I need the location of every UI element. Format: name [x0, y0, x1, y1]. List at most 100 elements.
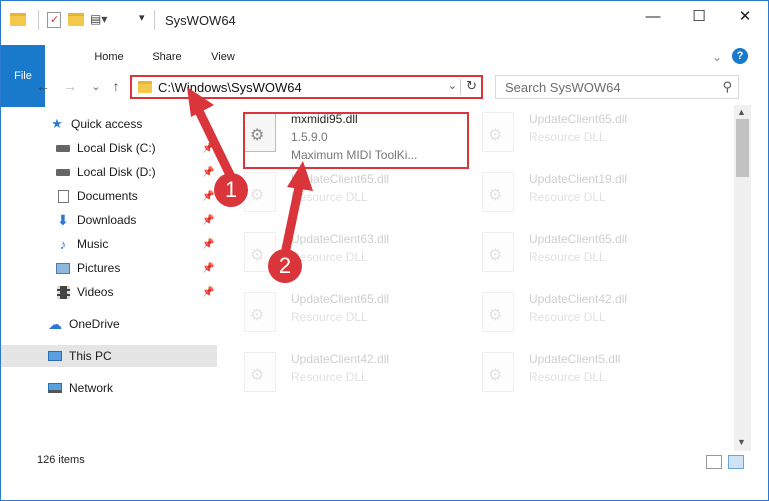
scroll-down-icon[interactable]: ▼: [737, 437, 746, 447]
gear-icon: ⚙: [488, 127, 503, 144]
title-divider: [38, 10, 39, 30]
gear-icon: ⚙: [250, 247, 265, 264]
star-icon: ★: [51, 116, 63, 131]
file-description: Resource DLL: [291, 250, 368, 264]
file-name: UpdateClient65.dll: [529, 232, 628, 246]
sidebar-item-local-disk-d[interactable]: Local Disk (D:) 📌: [1, 161, 217, 183]
sidebar-item-label: Downloads: [77, 213, 137, 227]
file-description: Resource DLL: [529, 190, 606, 204]
chevron-down-icon[interactable]: ⌄: [448, 79, 457, 92]
file-name: UpdateClient65.dll: [291, 292, 390, 306]
sidebar-item-documents[interactable]: Documents 📌: [1, 185, 217, 207]
help-icon[interactable]: ?: [732, 48, 748, 64]
ribbon-tabs: File Home Share View ⌄ ?: [1, 45, 768, 107]
cloud-icon: ☁: [48, 315, 62, 332]
file-item[interactable]: ⚙ UpdateClient42.dll Resource DLL: [231, 345, 441, 407]
search-box[interactable]: Search SysWOW64 ⚲: [495, 75, 739, 99]
file-name: UpdateClient42.dll: [291, 352, 390, 366]
view-options-icon[interactable]: ▤▾: [90, 12, 107, 26]
file-name: UpdateClient42.dll: [529, 292, 628, 306]
file-item[interactable]: ⚙ UpdateClient65.dll Resource DLL: [469, 225, 679, 287]
pin-icon[interactable]: 📌: [202, 143, 214, 154]
pin-icon[interactable]: 📌: [202, 287, 214, 298]
status-bar: 126 items: [1, 449, 768, 473]
close-button[interactable]: ✕: [722, 1, 768, 31]
sidebar-item-onedrive[interactable]: ☁ OneDrive: [1, 313, 217, 335]
file-item[interactable]: ⚙ UpdateClient63.dll Resource DLL: [231, 225, 441, 287]
file-description: Resource DLL: [291, 190, 368, 204]
dll-file-icon: ⚙: [482, 292, 514, 332]
videos-icon: [55, 285, 71, 299]
sidebar-item-local-disk-c[interactable]: Local Disk (C:) 📌: [1, 137, 217, 159]
tab-home[interactable]: Home: [85, 45, 133, 69]
sidebar-item-downloads[interactable]: ⬇ Downloads 📌: [1, 209, 217, 231]
forward-button[interactable]: →: [61, 77, 79, 95]
file-description: Resource DLL: [291, 370, 368, 384]
maximize-button[interactable]: ☐: [676, 1, 722, 31]
search-input[interactable]: Search SysWOW64: [505, 80, 621, 95]
dll-file-icon: ⚙: [482, 112, 514, 152]
details-view-icon[interactable]: [706, 455, 722, 469]
minimize-button[interactable]: —: [630, 1, 676, 31]
file-name: UpdateClient65.dll: [291, 172, 390, 186]
pin-icon[interactable]: 📌: [202, 167, 214, 178]
dll-file-icon: ⚙: [482, 232, 514, 272]
title-divider: [154, 10, 155, 30]
sidebar-item-label: Documents: [77, 189, 138, 203]
tab-file[interactable]: File: [1, 45, 45, 107]
gear-icon: ⚙: [250, 307, 265, 324]
folder-icon: [138, 81, 152, 93]
drive-icon: [55, 165, 71, 179]
explorer-window: ✓ ▤▾ ▾ SysWOW64 — ☐ ✕ File Home Share Vi…: [0, 0, 769, 501]
navigation-pane: ★ Quick access Local Disk (C:) 📌 Local D…: [1, 109, 217, 445]
tab-share[interactable]: Share: [145, 45, 189, 69]
sidebar-item-network[interactable]: Network: [1, 377, 217, 399]
file-item[interactable]: ⚙ UpdateClient65.dll Resource DLL: [231, 285, 441, 347]
up-button[interactable]: ↑: [107, 77, 125, 95]
sidebar-item-quick-access[interactable]: ★ Quick access: [1, 113, 217, 135]
file-highlight-box: [243, 112, 469, 169]
documents-icon: [55, 189, 71, 203]
customize-toolbar-icon[interactable]: ▾: [139, 11, 145, 24]
address-path[interactable]: C:\Windows\SysWOW64: [158, 80, 302, 95]
pin-icon[interactable]: 📌: [202, 191, 214, 202]
back-button[interactable]: ←: [34, 77, 52, 95]
scroll-up-icon[interactable]: ▲: [737, 107, 746, 117]
sidebar-item-music[interactable]: ♪ Music 📌: [1, 233, 217, 255]
address-bar[interactable]: C:\Windows\SysWOW64 ⌄ ↻: [130, 75, 483, 99]
large-icons-view-icon[interactable]: [728, 455, 744, 469]
file-item[interactable]: ⚙ UpdateClient5.dll Resource DLL: [469, 345, 679, 407]
gear-icon: ⚙: [488, 307, 503, 324]
scrollbar-thumb[interactable]: [736, 119, 749, 177]
pictures-icon: [55, 261, 71, 275]
pin-icon[interactable]: 📌: [202, 239, 214, 250]
file-item[interactable]: ⚙ UpdateClient65.dll Resource DLL: [231, 165, 441, 227]
file-item[interactable]: ⚙ UpdateClient19.dll Resource DLL: [469, 165, 679, 227]
network-icon: [47, 381, 63, 395]
title-bar: ✓ ▤▾ ▾ SysWOW64 — ☐ ✕: [1, 1, 768, 39]
sidebar-item-pictures[interactable]: Pictures 📌: [1, 257, 217, 279]
drive-icon: [55, 141, 71, 155]
dll-file-icon: ⚙: [482, 352, 514, 392]
properties-icon[interactable]: ✓: [47, 12, 61, 28]
sidebar-item-label: Local Disk (C:): [77, 141, 156, 155]
pin-icon[interactable]: 📌: [202, 215, 214, 226]
tab-view[interactable]: View: [201, 45, 245, 69]
step-2-badge: 2: [268, 249, 302, 283]
recent-locations-button[interactable]: ⌄: [87, 77, 105, 95]
file-item[interactable]: ⚙ UpdateClient42.dll Resource DLL: [469, 285, 679, 347]
collapse-ribbon-icon[interactable]: ⌄: [707, 45, 727, 69]
new-folder-icon[interactable]: [68, 13, 84, 26]
refresh-icon[interactable]: ↻: [466, 78, 477, 94]
sidebar-item-label: Pictures: [77, 261, 121, 275]
sidebar-item-this-pc[interactable]: This PC: [1, 345, 217, 367]
pin-icon[interactable]: 📌: [202, 263, 214, 274]
dll-file-icon: ⚙: [482, 172, 514, 212]
gear-icon: ⚙: [488, 247, 503, 264]
file-item[interactable]: ⚙ UpdateClient65.dll Resource DLL: [469, 105, 679, 167]
vertical-scrollbar[interactable]: ▲ ▼: [734, 105, 751, 451]
sidebar-item-videos[interactable]: Videos 📌: [1, 281, 217, 303]
sidebar-item-label: This PC: [69, 349, 112, 363]
music-icon: ♪: [59, 236, 67, 252]
file-description: Resource DLL: [529, 310, 606, 324]
